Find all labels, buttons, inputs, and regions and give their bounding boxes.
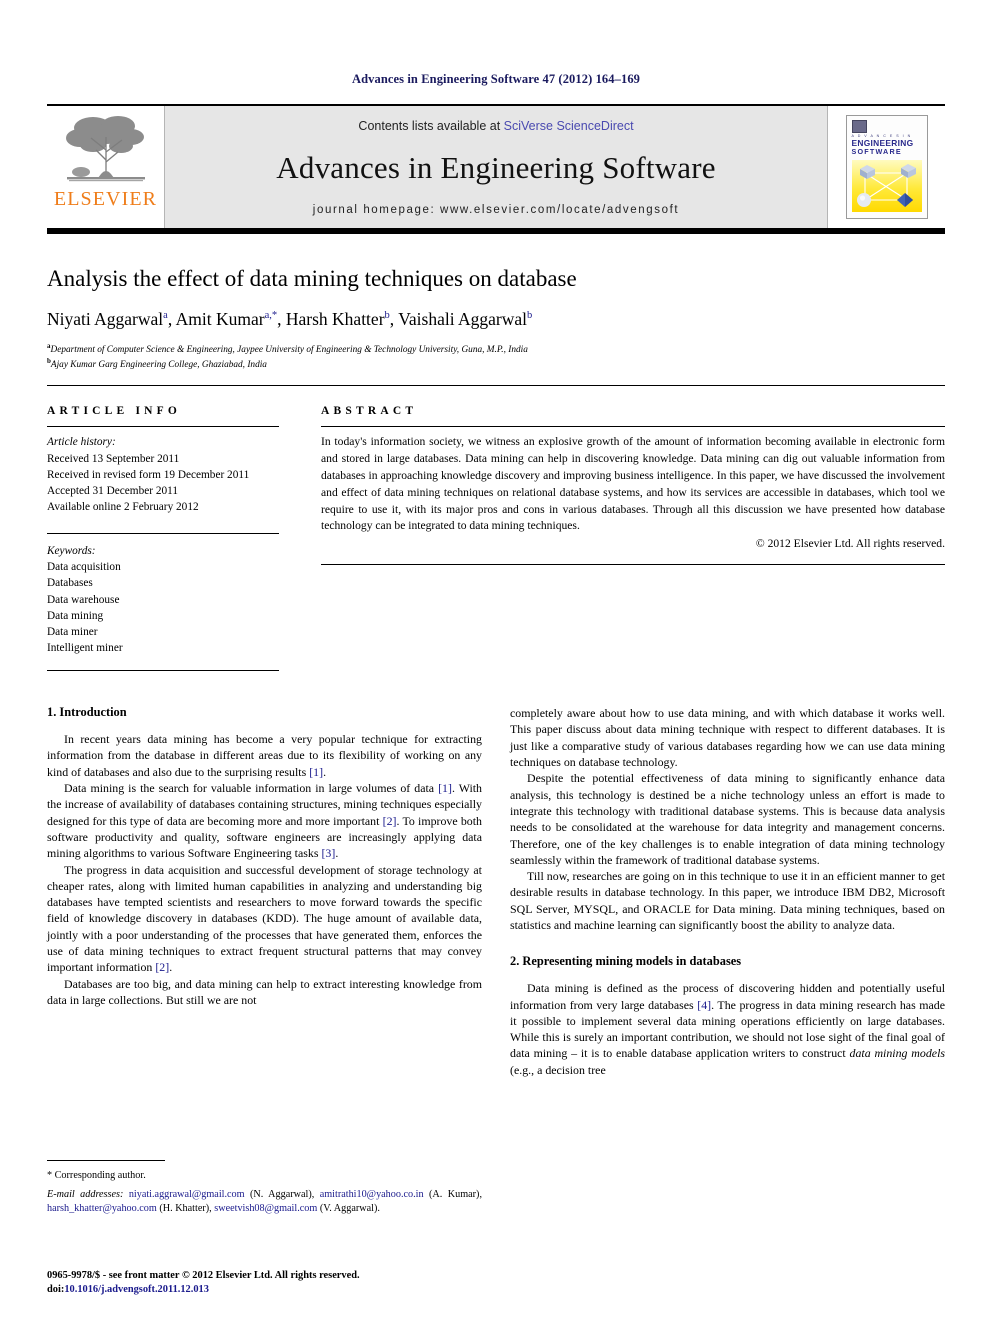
email-owner: (A. Kumar) <box>429 1189 480 1201</box>
author-name: Vaishali Aggarwalb <box>398 308 533 329</box>
author-name: Amit Kumara,* <box>175 308 278 329</box>
email-link[interactable]: sweetvish08@gmail.com <box>214 1203 317 1214</box>
author-affiliation-marker: b <box>384 309 390 321</box>
article-history-group: Article history: Received 13 September 2… <box>47 434 279 515</box>
author-affiliation-marker: a <box>163 309 168 321</box>
paragraph: Databases are too big, and data mining c… <box>47 976 482 1007</box>
running-head: Advances in Engineering Software 47 (201… <box>351 72 641 86</box>
info-abstract-region: ARTICLE INFO Article history: Received 1… <box>47 405 945 672</box>
journal-title: Advances in Engineering Software <box>276 149 716 185</box>
title-block: Analysis the effect of data mining techn… <box>47 234 945 371</box>
author-list: Niyati Aggarwala, Amit Kumara,*, Harsh K… <box>47 308 533 329</box>
keyword-item: Data acquisition <box>47 561 121 574</box>
journal-masthead: ELSEVIER Contents lists available at Sci… <box>47 104 945 228</box>
article-info-column: ARTICLE INFO Article history: Received 1… <box>47 405 279 672</box>
section-heading-introduction: 1. Introduction <box>47 705 127 720</box>
email-owner: (H. Khatter) <box>159 1203 210 1215</box>
citation-link[interactable]: [4] <box>697 998 711 1012</box>
doi-label: doi: <box>47 1284 65 1296</box>
author-name: Harsh Khatterb <box>285 308 390 329</box>
paragraph: Data mining is defined as the process of… <box>510 981 946 1077</box>
contents-prefix: Contents lists available at <box>358 118 504 133</box>
abstract-bottom-rule <box>321 564 945 566</box>
keyword-item: Data miner <box>47 625 98 638</box>
paragraph: completely aware about how to use data m… <box>510 706 945 770</box>
journal-homepage-link[interactable]: journal homepage: www.elsevier.com/locat… <box>313 204 679 216</box>
left-column: 1. Introduction In recent years data min… <box>47 705 482 1214</box>
abstract-box: In today's information society, we witne… <box>321 426 945 550</box>
email-link[interactable]: harsh_khatter@yahoo.com <box>47 1203 157 1214</box>
email-addresses-note: E-mail addresses: niyati.aggrawal@gmail.… <box>47 1189 482 1215</box>
cover-thumb: A D V A N C E S I N ENGINEERING SOFTWARE <box>845 115 928 219</box>
journal-cover-thumbnail: A D V A N C E S I N ENGINEERING SOFTWARE <box>827 106 945 228</box>
emphasis-text: data mining models <box>849 1046 945 1061</box>
citation-link[interactable]: [1] <box>438 781 452 795</box>
keywords-group: Keywords: Data acquisition Databases Dat… <box>47 533 279 656</box>
abstract-label: ABSTRACT <box>321 405 418 418</box>
history-line: Available online 2 February 2012 <box>47 501 199 513</box>
citation-link[interactable]: [3] <box>321 846 335 860</box>
abstract-copyright: © 2012 Elsevier Ltd. All rights reserved… <box>755 537 945 551</box>
history-line: Received in revised form 19 December 201… <box>47 468 250 481</box>
cover-artwork-icon <box>851 159 922 212</box>
keyword-item: Data mining <box>47 609 104 622</box>
paragraph: Till now, researches are going on in thi… <box>510 869 945 932</box>
elsevier-tree-icon <box>65 116 145 182</box>
citation-link[interactable]: [2] <box>155 960 169 974</box>
page-footer: 0965-9978/$ - see front matter © 2012 El… <box>47 1269 482 1297</box>
paragraph: In recent years data mining has become a… <box>47 732 482 779</box>
title-divider <box>47 385 945 387</box>
author-affiliation-marker: b <box>527 309 533 321</box>
contents-available-line: Contents lists available at SciVerse Sci… <box>358 119 633 133</box>
right-column: completely aware about how to use data m… <box>510 705 945 1078</box>
doi-line: doi:10.1016/j.advengsoft.2011.12.013 <box>47 1283 482 1297</box>
sciencedirect-link[interactable]: SciVerse ScienceDirect <box>504 119 634 133</box>
cover-elsevier-mark-icon <box>851 120 867 133</box>
affiliation-a: aDepartment of Computer Science & Engine… <box>47 341 528 355</box>
citation-link[interactable]: [1] <box>309 765 323 779</box>
footnote-zone: * Corresponding author. E-mail addresses… <box>47 1160 482 1221</box>
elsevier-wordmark: ELSEVIER <box>53 188 158 210</box>
keywords-heading: Keywords: <box>47 545 96 558</box>
affiliation-marker: a <box>47 341 51 350</box>
body-columns: 1. Introduction In recent years data min… <box>47 705 945 1214</box>
elsevier-logo: ELSEVIER <box>47 106 165 228</box>
article-info-label: ARTICLE INFO <box>47 405 182 418</box>
article-info-bottom-rule <box>47 670 279 672</box>
author-affiliation-marker: a,* <box>264 309 278 321</box>
abstract-column: ABSTRACT In today's information society,… <box>321 405 945 671</box>
front-matter-line: 0965-9978/$ - see front matter © 2012 El… <box>47 1270 360 1282</box>
history-line: Received 13 September 2011 <box>47 452 180 465</box>
email-link[interactable]: niyati.aggrawal@gmail.com <box>129 1189 245 1200</box>
article-page: Advances in Engineering Software 47 (201… <box>0 0 992 1323</box>
keyword-item: Intelligent miner <box>47 641 123 654</box>
paragraph: The progress in data acquisition and suc… <box>47 862 482 975</box>
affiliation-b: bAjay Kumar Garg Engineering College, Gh… <box>47 356 267 370</box>
keyword-item: Databases <box>47 577 93 590</box>
article-history-heading: Article history: <box>47 436 116 449</box>
email-link[interactable]: amitrathi10@yahoo.co.in <box>320 1189 424 1200</box>
keywords-inner: Keywords: Data acquisition Databases Dat… <box>47 543 279 656</box>
doi-link[interactable]: 10.1016/j.advengsoft.2011.12.013 <box>64 1284 209 1295</box>
corresponding-author-note: * Corresponding author. <box>47 1170 146 1182</box>
email-label: E-mail addresses: <box>47 1189 124 1201</box>
citation-link[interactable]: [2] <box>383 814 397 828</box>
keyword-item: Data warehouse <box>47 593 120 606</box>
paragraph: Data mining is the search for valuable i… <box>47 781 482 861</box>
masthead-center: Contents lists available at SciVerse Sci… <box>165 106 827 228</box>
section-heading-representing-models: 2. Representing mining models in databas… <box>510 954 742 969</box>
page-title: Analysis the effect of data mining techn… <box>47 266 577 291</box>
author-name: Niyati Aggarwala <box>47 308 168 329</box>
cover-software-label: SOFTWARE <box>851 147 902 157</box>
footnote-divider <box>47 1160 165 1162</box>
affiliation-marker: b <box>47 356 51 365</box>
email-owner: (V. Aggarwal) <box>319 1203 378 1215</box>
article-info-box: Article history: Received 13 September 2… <box>47 426 279 656</box>
paragraph: Despite the potential effectiveness of d… <box>510 771 945 867</box>
abstract-text: In today's information society, we witne… <box>321 435 945 533</box>
email-owner: (N. Aggarwal) <box>250 1189 312 1201</box>
history-line: Accepted 31 December 2011 <box>47 484 179 497</box>
